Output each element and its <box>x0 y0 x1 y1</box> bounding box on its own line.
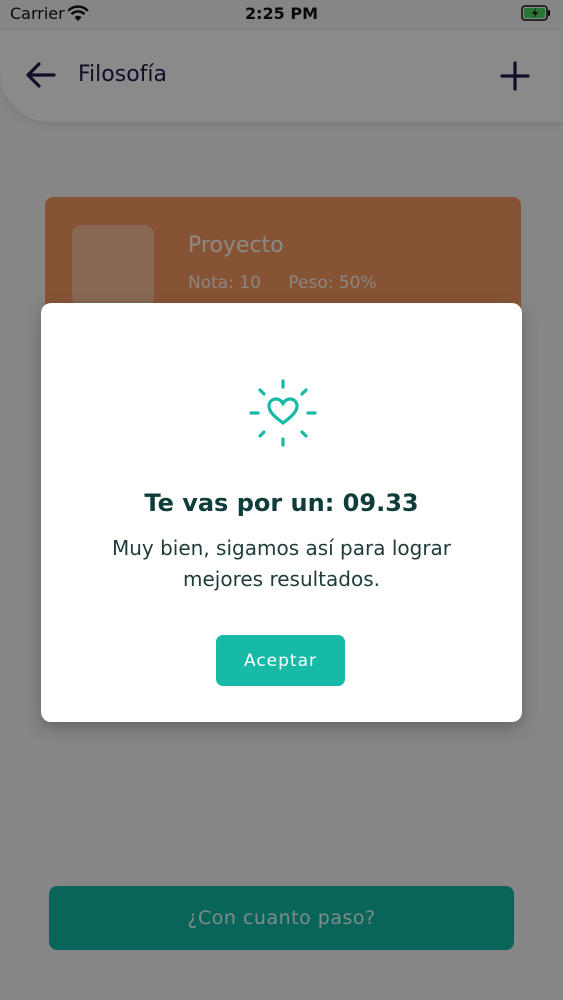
heart-sparkle-icon <box>249 379 317 447</box>
dialog-heading: Te vas por un: 09.33 <box>144 489 419 517</box>
accept-button[interactable]: Aceptar <box>216 635 345 686</box>
dialog-message: Muy bien, sigamos así para lograr mejore… <box>111 536 452 591</box>
app-screen: Carrier 2:25 PM Filosofía Proyecto Nota:… <box>0 0 563 1000</box>
result-dialog: Te vas por un: 09.33 Muy bien, sigamos a… <box>41 303 522 722</box>
